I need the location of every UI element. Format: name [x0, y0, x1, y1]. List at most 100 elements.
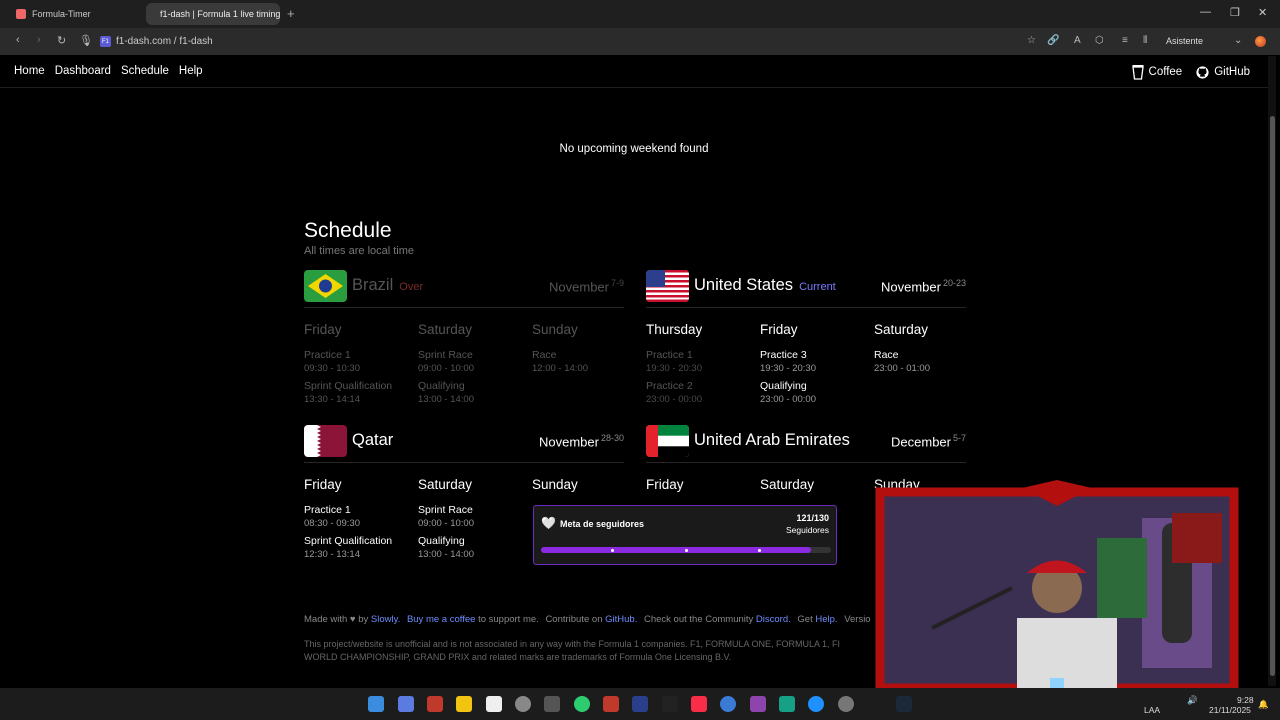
day-name: Friday: [646, 477, 684, 492]
weekend-header: Brazil Over November 7-9: [304, 270, 624, 308]
country-name: United States Current: [694, 276, 836, 294]
language-indicator[interactable]: LAA: [1144, 705, 1160, 715]
session-item: Practice 2 23:00 - 00:00: [646, 380, 702, 405]
uae-flag-icon: [646, 425, 689, 457]
app-icon[interactable]: [779, 696, 795, 712]
copilot-icon[interactable]: [398, 696, 414, 712]
volume-icon[interactable]: 🔊: [1187, 695, 1198, 706]
reading-list-icon[interactable]: ≡: [1122, 35, 1128, 46]
app-icon[interactable]: [574, 696, 590, 712]
weekend-dates: November 28-30: [539, 433, 624, 450]
country-name: Brazil Over: [352, 276, 424, 294]
browser-tab-strip: Formula-Timer f1-dash | Formula 1 live t…: [0, 0, 1280, 28]
session-item: Sprint Race 09:00 - 10:00: [418, 504, 474, 529]
coffee-footer-link[interactable]: Buy me a coffee: [407, 614, 475, 625]
goal-progress-bar: [541, 547, 831, 553]
weekend-header: Qatar November 28-30: [304, 425, 624, 463]
address-bar: ‹ › ↻ 🎙 F1 f1-dash.com / f1-dash ☆ 🔗 A ⬡…: [0, 28, 1280, 55]
close-icon[interactable]: ✕: [1258, 6, 1267, 19]
weekend-qatar: Qatar November 28-30 Friday Practice 1 08:…: [304, 425, 624, 560]
tab-f1-dash[interactable]: f1-dash | Formula 1 live timing: [146, 3, 280, 25]
progress-marker: [611, 548, 614, 552]
nav-links: Home Dashboard Schedule Help: [14, 65, 203, 77]
audio-icon[interactable]: ⦀: [1143, 35, 1147, 46]
footer-disclaimer: This project/website is unofficial and i…: [304, 639, 841, 662]
heart-icon: 🤍: [541, 516, 556, 530]
nav-right: Coffee GitHub: [1131, 64, 1250, 80]
day-name: Sunday: [532, 322, 578, 337]
page-scrollbar[interactable]: [1268, 56, 1276, 686]
widget-title: Meta de seguidores: [560, 519, 645, 529]
github-label: GitHub: [1214, 66, 1250, 78]
new-tab-button[interactable]: +: [287, 6, 295, 21]
session-item: Race 12:00 - 14:00: [532, 349, 588, 374]
site-favicon: F1: [100, 36, 111, 47]
widget-count: 121/130: [796, 513, 829, 523]
footer-line: Made with ♥ by Slowly. Buy me a coffee t…: [304, 614, 871, 625]
forward-icon[interactable]: ›: [37, 34, 41, 46]
weekend-dates: November 7-9: [549, 278, 624, 295]
maximize-icon[interactable]: ❐: [1230, 6, 1240, 19]
app-icon[interactable]: [603, 696, 619, 712]
star-icon[interactable]: ☆: [1027, 35, 1036, 46]
github-link[interactable]: GitHub: [1196, 65, 1250, 79]
discord-link[interactable]: Discord.: [756, 614, 791, 625]
nav-home[interactable]: Home: [14, 65, 45, 77]
clock-time[interactable]: 9:28: [1237, 695, 1254, 705]
link-icon[interactable]: 🔗: [1047, 35, 1059, 46]
steam-icon[interactable]: [896, 696, 912, 712]
weekend-united-states: United States Current November 20-23 Thurs…: [646, 270, 966, 405]
app-icon[interactable]: [632, 696, 648, 712]
webcam-overlay: [872, 478, 1242, 693]
nav-schedule[interactable]: Schedule: [121, 65, 169, 77]
progress-marker: [685, 548, 688, 552]
notifications-icon[interactable]: 🔔: [1258, 699, 1269, 710]
scrollbar-thumb[interactable]: [1270, 116, 1275, 676]
tab-formula-timer[interactable]: Formula-Timer: [8, 3, 146, 25]
day-name: Saturday: [418, 477, 473, 492]
reload-icon[interactable]: ↻: [57, 34, 66, 47]
apple-tv-icon[interactable]: [662, 696, 678, 712]
music-icon[interactable]: [691, 696, 707, 712]
translate-icon[interactable]: A: [1074, 35, 1081, 46]
profile-avatar[interactable]: [1255, 36, 1266, 47]
file-explorer-icon[interactable]: [456, 696, 472, 712]
f1-app-icon[interactable]: [486, 696, 502, 712]
app-icon[interactable]: [427, 696, 443, 712]
clock-date[interactable]: 21/11/2025: [1209, 705, 1251, 715]
extensions-icon[interactable]: ⬡: [1095, 35, 1104, 46]
day-name: Saturday: [418, 322, 473, 337]
app-icon[interactable]: [544, 696, 560, 712]
assistant-button[interactable]: Asistente: [1166, 36, 1203, 46]
app-icon[interactable]: [838, 696, 854, 712]
day-name: Thursday: [646, 322, 703, 337]
nav-help[interactable]: Help: [179, 65, 203, 77]
weekend-dates: December 5-7: [891, 433, 966, 450]
mercedes-icon[interactable]: [515, 696, 531, 712]
weekend-uae: United Arab Emirates December 5-7 Friday …: [646, 425, 966, 492]
session-item: Race 23:00 - 01:00: [874, 349, 930, 374]
back-icon[interactable]: ‹: [16, 34, 20, 46]
coffee-link[interactable]: Coffee: [1131, 64, 1182, 80]
app-icon[interactable]: [750, 696, 766, 712]
mic-icon[interactable]: 🎙: [79, 34, 93, 47]
follower-goal-widget: 🤍 Meta de seguidores 121/130 Seguidores: [533, 505, 837, 565]
country-name: United Arab Emirates: [694, 431, 850, 449]
minimize-icon[interactable]: —: [1200, 6, 1211, 18]
widget-unit: Seguidores: [785, 525, 829, 535]
goal-progress-fill: [541, 547, 811, 553]
app-icon[interactable]: [720, 696, 736, 712]
start-icon[interactable]: [368, 696, 384, 712]
session-item: Qualifying 23:00 - 00:00: [760, 380, 816, 405]
session-item: Sprint Race 09:00 - 10:00: [418, 349, 474, 374]
url-field[interactable]: F1 f1-dash.com / f1-dash: [100, 32, 213, 51]
session-item: Sprint Qualification 13:30 - 14:14: [304, 380, 393, 405]
help-link[interactable]: Help.: [815, 614, 837, 625]
author-link[interactable]: Slowly.: [371, 614, 400, 625]
session-item: Practice 1 19:30 - 20:30: [646, 349, 702, 374]
nav-dashboard[interactable]: Dashboard: [55, 65, 111, 77]
chevron-down-icon[interactable]: ⌄: [1234, 35, 1242, 46]
day-name: Saturday: [760, 477, 815, 492]
github-footer-link[interactable]: GitHub.: [605, 614, 637, 625]
edge-icon[interactable]: [808, 696, 824, 712]
